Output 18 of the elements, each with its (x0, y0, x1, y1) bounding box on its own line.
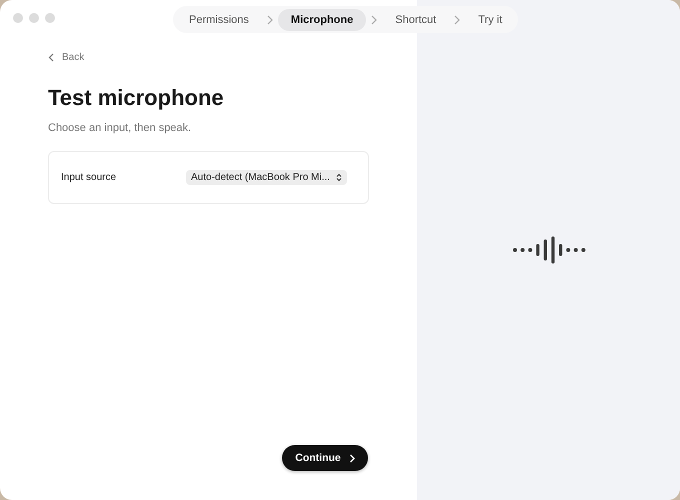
chevron-right-icon (348, 454, 355, 462)
chevron-icon (370, 14, 378, 24)
back-button[interactable]: Back (48, 52, 84, 63)
page-title: Test microphone (48, 85, 225, 111)
waveform-icon (512, 236, 586, 264)
step-tab[interactable]: Microphone (278, 8, 366, 30)
continue-button[interactable]: Continue (282, 445, 368, 471)
subtitle: Choose an input, then speak. (48, 122, 192, 134)
field-label: Input source (61, 172, 118, 183)
window-controls-icon[interactable] (13, 13, 55, 23)
step-tab[interactable]: Shortcut (382, 8, 450, 30)
chevron-icon (266, 14, 274, 24)
step-tab[interactable]: Permissions (176, 8, 262, 30)
step-tab[interactable]: Try it (465, 8, 516, 30)
chevron-icon (453, 14, 462, 24)
chevron-left-icon (48, 53, 54, 62)
input-source-dropdown[interactable]: Auto-detect (MacBook Pro Mi... (186, 170, 347, 185)
stepper-icon (336, 173, 342, 182)
